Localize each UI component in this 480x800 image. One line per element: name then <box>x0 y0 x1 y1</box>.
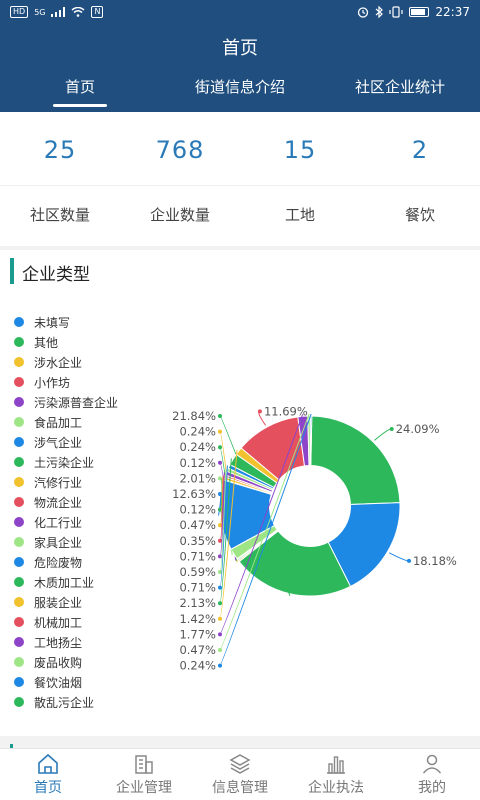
label-leader-dot <box>218 476 222 481</box>
label-leader-dot <box>406 558 411 563</box>
slice-label: 0.71% <box>179 581 216 595</box>
top-tabs: 首页 街道信息介绍 社区企业统计 <box>0 76 480 107</box>
label-leader-dot <box>218 414 222 418</box>
stat-label: 企业数量 <box>149 206 210 224</box>
slice-label: 21.84% <box>172 409 216 423</box>
nav-enterprise-enforcement[interactable]: 企业执法 <box>288 749 384 800</box>
slice-label: 1.42% <box>179 612 216 626</box>
alarm-icon <box>358 7 369 18</box>
label-leader-dot <box>218 632 222 637</box>
slice-label: 1.77% <box>179 627 216 641</box>
status-time: 22:37 <box>435 5 470 19</box>
slice-label: 0.12% <box>179 503 216 517</box>
slice-label: 2.01% <box>179 471 216 485</box>
tab-home[interactable]: 首页 <box>0 76 160 107</box>
home-icon <box>38 753 58 774</box>
nav-label: 企业管理 <box>116 780 172 796</box>
label-leader-dot <box>218 429 222 434</box>
page-title: 首页 <box>222 38 258 59</box>
layers-icon <box>229 754 251 774</box>
stat-value: 15 <box>283 136 317 164</box>
battery-icon <box>409 7 430 17</box>
stat-value: 2 <box>411 136 429 164</box>
bottom-nav: 首页 企业管理 信息管理 企业执法 我的 <box>0 748 480 800</box>
vibrate-icon <box>389 6 404 18</box>
stats-divider <box>0 185 480 186</box>
tab-enterprise-stats[interactable]: 社区企业统计 <box>320 76 480 107</box>
nfc-icon: N <box>91 6 104 18</box>
bar-chart-icon <box>327 756 345 774</box>
slice-label: 12.63% <box>172 487 216 501</box>
slice-label: 24.09% <box>396 422 440 436</box>
nav-info-management[interactable]: 信息管理 <box>192 749 288 800</box>
slice-label: 18.18% <box>413 554 457 568</box>
nav-mine[interactable]: 我的 <box>384 749 480 800</box>
nav-enterprise-management[interactable]: 企业管理 <box>96 749 192 800</box>
slice-label: 0.24% <box>179 425 216 439</box>
stat-label: 餐饮 <box>404 206 435 224</box>
label-leader-dot <box>218 570 222 574</box>
label-leader-dot <box>218 648 222 652</box>
nav-label: 我的 <box>418 780 446 796</box>
stats-panel: 25 社区数量 768 企业数量 15 工地 2 餐饮 <box>0 112 480 246</box>
pie-slice[interactable] <box>310 415 401 506</box>
status-bar: HD 5G N 22:37 <box>0 0 480 24</box>
user-icon <box>422 754 442 774</box>
label-leader-dot <box>218 616 222 621</box>
slice-label: 0.47% <box>179 518 216 532</box>
label-leader-line <box>374 428 392 441</box>
slice-label: 0.47% <box>179 643 216 657</box>
label-leader-dot <box>218 601 222 606</box>
slice-label: 0.24% <box>179 440 216 454</box>
label-leader-dot <box>218 585 222 590</box>
label-leader-dot <box>257 409 262 414</box>
building-icon <box>135 755 153 774</box>
nav-label: 企业执法 <box>308 780 364 796</box>
slice-label: 0.12% <box>179 456 216 470</box>
slice-label: 0.24% <box>179 659 216 673</box>
slice-label: 0.71% <box>179 549 216 563</box>
label-leader-dot <box>218 445 222 450</box>
hd-badge: HD <box>10 6 29 18</box>
stat-label: 社区数量 <box>29 206 90 224</box>
stat-label: 工地 <box>284 206 315 224</box>
tab-street-info[interactable]: 街道信息介绍 <box>160 76 320 107</box>
network-label: 5G <box>34 7 46 17</box>
label-leader-dot <box>218 460 222 465</box>
slice-label: 2.13% <box>179 596 216 610</box>
wifi-icon <box>72 7 85 17</box>
stat-value: 25 <box>43 136 77 164</box>
label-leader-dot <box>218 554 222 559</box>
enterprise-type-card: 企业类型 未填写 其他 涉水企业 小作坊 污染源普查企业 食品加工 涉气企业 土污染企业 汽修行… <box>0 250 480 736</box>
nav-label: 信息管理 <box>212 780 268 796</box>
stat-value: 768 <box>155 136 205 164</box>
label-leader-line <box>388 552 410 562</box>
slice-label: 0.35% <box>179 534 216 548</box>
nav-home[interactable]: 首页 <box>0 749 96 800</box>
bluetooth-icon <box>376 6 384 18</box>
signal-icon <box>51 7 66 17</box>
donut-chart: 24.09%18.18%21.84%0.24%0.24%0.12%2.01%12… <box>172 404 457 673</box>
label-leader-dot <box>218 663 222 668</box>
slice-label: 0.59% <box>179 565 216 579</box>
nav-label: 首页 <box>34 780 62 796</box>
app-header: 首页 首页 街道信息介绍 社区企业统计 <box>0 24 480 112</box>
label-leader-dot <box>389 426 394 431</box>
